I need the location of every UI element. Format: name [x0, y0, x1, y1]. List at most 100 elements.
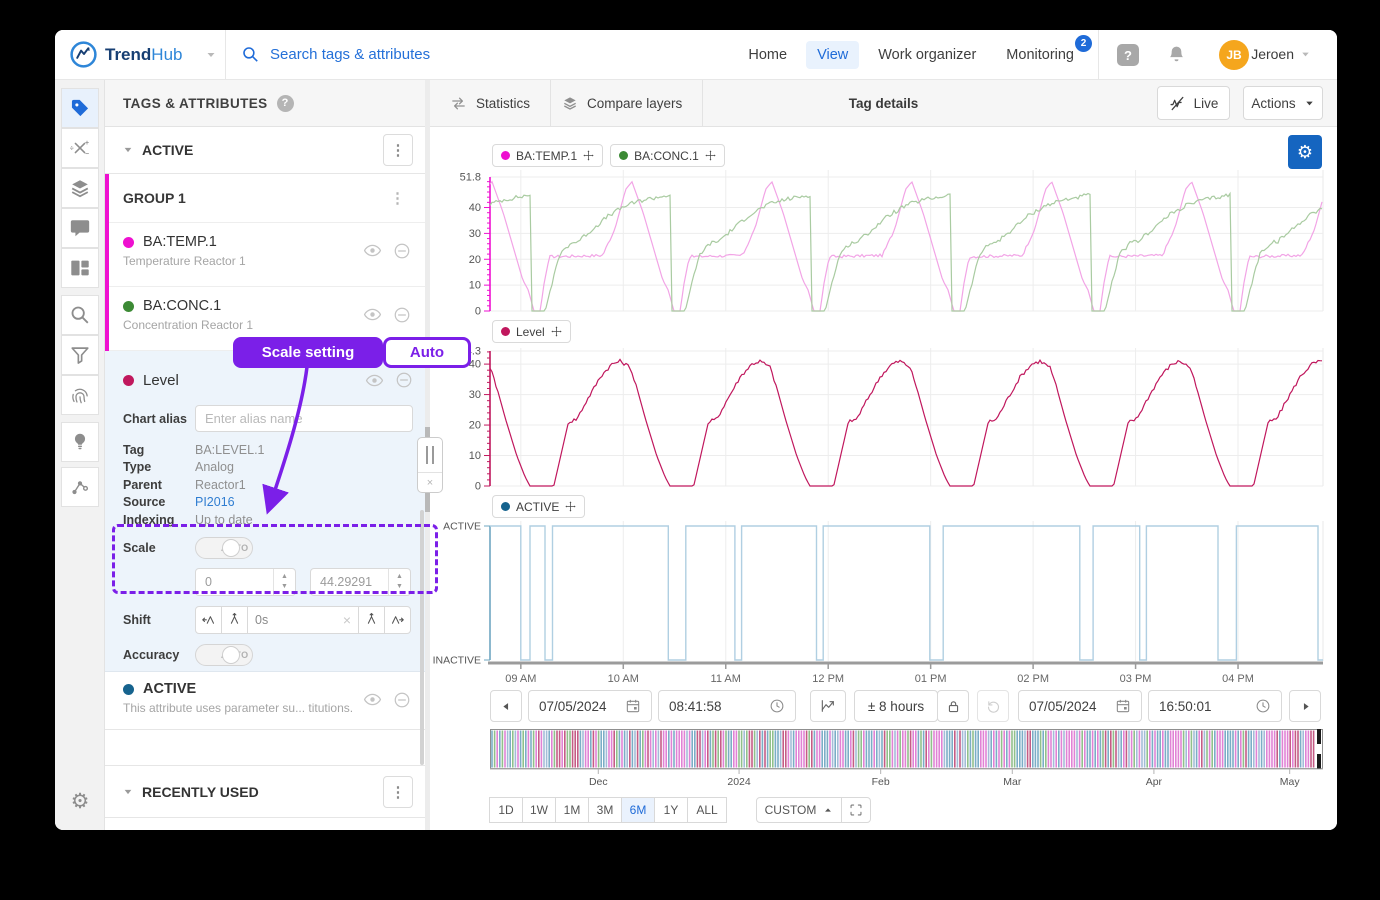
shift-right-icon[interactable] [358, 605, 385, 634]
settings-gear-icon[interactable]: ⚙ [61, 782, 99, 820]
collapse-chevron-icon[interactable] [123, 787, 133, 797]
zoom-presets: 1D 1W 1M 3M 6M 1Y ALL [489, 797, 727, 823]
preset-6m[interactable]: 6M [621, 797, 655, 823]
scale-max-input[interactable] [320, 574, 384, 589]
panel-scrollbar[interactable] [420, 510, 424, 765]
move-icon[interactable] [705, 150, 716, 161]
preset-1d[interactable]: 1D [489, 797, 523, 823]
nav-item-home[interactable]: Home [737, 41, 798, 69]
move-icon[interactable] [551, 326, 562, 337]
range-duration-button[interactable]: ± 8 hours [854, 690, 938, 722]
sidebar-item-dashboard-icon[interactable] [61, 248, 99, 288]
eye-icon[interactable] [363, 690, 382, 709]
legend-chip-level[interactable]: Level [492, 320, 571, 343]
collapse-chevron-icon[interactable] [123, 145, 133, 155]
context-overview-strip[interactable] [490, 729, 1323, 769]
shift-left-icon[interactable] [221, 605, 248, 634]
group-menu-kebab-icon[interactable]: ⋮ [382, 189, 413, 207]
sidebar-item-fingerprint-icon[interactable] [61, 375, 99, 415]
remove-minus-icon[interactable] [393, 242, 411, 260]
prev-step-button[interactable] [490, 690, 522, 722]
preset-1m[interactable]: 1M [555, 797, 589, 823]
move-icon[interactable] [565, 501, 576, 512]
nav-item-view[interactable]: View [806, 40, 860, 69]
attribute-color-dot [123, 683, 134, 695]
chart-alias-input[interactable] [195, 405, 413, 432]
user-menu[interactable]: Jeroen [1251, 46, 1311, 62]
custom-range-frame-icon[interactable] [841, 797, 871, 823]
drag-handle-icon[interactable] [418, 438, 442, 473]
stepper-arrows-icon[interactable]: ▲ ▼ [388, 568, 410, 595]
attribute-row-active[interactable]: ACTIVE This attribute uses parameter su.… [105, 672, 425, 730]
eye-icon[interactable] [363, 305, 382, 324]
tab-compare-layers[interactable]: Compare layers [542, 80, 704, 126]
sidebar-item-filter-icon[interactable] [61, 335, 99, 375]
legend-chip-ba-temp-1[interactable]: BA:TEMP.1 [492, 144, 604, 167]
legend-chip-active[interactable]: ACTIVE [492, 495, 586, 518]
recently-used-menu-kebab-icon[interactable]: ⋮ [383, 775, 413, 808]
actions-button[interactable]: Actions [1243, 86, 1323, 120]
eye-icon[interactable] [363, 241, 382, 260]
shift-value-field[interactable]: 0s × [247, 605, 359, 634]
scale-auto-toggle[interactable]: AUTO [195, 536, 253, 559]
sidebar-item-tag-icon[interactable] [61, 88, 99, 128]
notifications-bell-icon[interactable] [1166, 44, 1187, 65]
sidebar-item-bulb-icon[interactable] [61, 422, 99, 462]
svg-text:ACTIVE: ACTIVE [443, 521, 481, 533]
tag-row-ba-temp-1[interactable]: BA:TEMP.1 Temperature Reactor 1 [105, 223, 425, 287]
live-button[interactable]: Live [1157, 86, 1230, 120]
preset-1y[interactable]: 1Y [654, 797, 688, 823]
remove-minus-icon[interactable] [393, 306, 411, 324]
sidebar-item-graph-icon[interactable] [61, 467, 99, 507]
chart-level-plot[interactable]: 40302010044.3 [430, 346, 1337, 493]
accuracy-auto-toggle[interactable]: AUTO [195, 643, 253, 666]
search-input[interactable] [270, 46, 600, 63]
field-value: Up to date [195, 512, 253, 527]
sidebar-item-layers-icon[interactable] [61, 168, 99, 208]
main-nav: Home View Work organizer Monitoring 2 [737, 30, 1092, 79]
group-row[interactable]: GROUP 1 ⋮ [105, 174, 425, 223]
nav-item-work-organizer[interactable]: Work organizer [867, 41, 987, 69]
brand-chevron-down-icon[interactable] [205, 49, 217, 61]
lock-range-icon[interactable] [937, 690, 969, 722]
custom-range-button[interactable]: CUSTOM [756, 797, 842, 823]
sidebar-item-search-icon[interactable] [61, 295, 99, 335]
preset-all[interactable]: ALL [687, 797, 727, 823]
move-icon[interactable] [583, 150, 594, 161]
section-active-menu-kebab-icon[interactable]: ⋮ [383, 134, 413, 166]
shift-far-left-icon[interactable] [195, 605, 222, 634]
nav-item-monitoring[interactable]: Monitoring 2 [995, 34, 1092, 69]
collapse-close-icon[interactable]: × [418, 473, 442, 492]
chart-temp-conc-plot[interactable]: 40 30 20 10 0 51.8 [430, 170, 1337, 318]
series-color-dot [619, 151, 629, 160]
clear-icon[interactable]: × [343, 612, 351, 628]
sidebar-item-comment-icon[interactable] [61, 208, 99, 248]
stepper-arrows-icon[interactable]: ▲ ▼ [273, 568, 295, 595]
preset-1w[interactable]: 1W [522, 797, 556, 823]
start-time-field[interactable]: 08:41:58 [658, 690, 796, 722]
next-step-button[interactable] [1289, 690, 1321, 722]
help-icon[interactable]: ? [1117, 44, 1139, 66]
brand-logo[interactable]: TrendHub [69, 40, 217, 69]
chart-settings-gear-icon[interactable]: ⚙ [1288, 135, 1322, 169]
field-value[interactable]: PI2016 [195, 495, 235, 509]
tab-statistics[interactable]: Statistics [430, 80, 552, 126]
start-date-field[interactable]: 07/05/2024 [528, 690, 652, 722]
fit-chart-icon[interactable] [810, 690, 846, 722]
topbar-divider [225, 30, 226, 79]
chart-active-plot[interactable]: ACTIVE INACTIVE 09 AM 10 AM 11 AM 12 PM 01 PM 0… [430, 521, 1337, 686]
panel-collapse-handle[interactable]: × [417, 437, 443, 493]
end-date-field[interactable]: 07/05/2024 [1018, 690, 1142, 722]
avatar[interactable]: JB [1219, 40, 1249, 70]
legend-chip-ba-conc-1[interactable]: BA:CONC.1 [610, 144, 725, 167]
sidebar-item-formula-icon[interactable]: ÷ + − [61, 128, 99, 168]
remove-minus-icon[interactable] [395, 371, 413, 389]
scale-min-input[interactable] [205, 574, 269, 589]
history-icon[interactable] [977, 690, 1009, 722]
panel-help-icon[interactable]: ? [276, 94, 294, 112]
shift-far-right-icon[interactable] [384, 605, 411, 634]
remove-minus-icon[interactable] [393, 691, 411, 709]
end-time-field[interactable]: 16:50:01 [1148, 690, 1282, 722]
preset-3m[interactable]: 3M [588, 797, 622, 823]
eye-icon[interactable] [365, 371, 384, 390]
